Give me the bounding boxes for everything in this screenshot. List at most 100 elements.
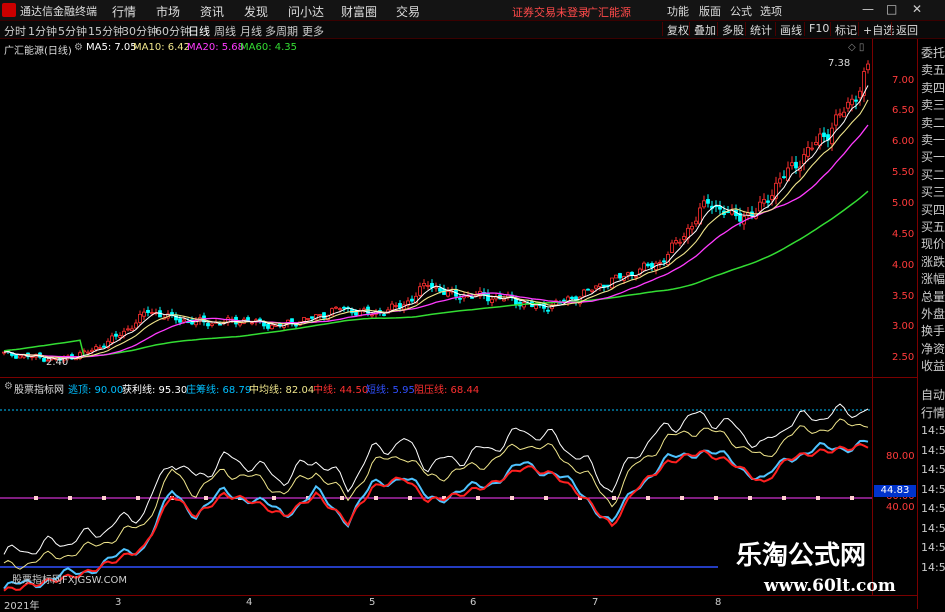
candle-body: [650, 263, 654, 268]
period-5min[interactable]: 5分钟: [58, 23, 87, 39]
side-panel-item: 14:50: [921, 541, 945, 554]
period-more[interactable]: 更多: [302, 23, 324, 39]
app-logo-icon: [2, 3, 16, 17]
candlestick-chart[interactable]: [0, 55, 872, 375]
resistance-marker: [816, 496, 820, 500]
candle-body: [302, 317, 306, 322]
date-label: 8: [715, 597, 722, 608]
candle-body: [598, 283, 602, 287]
period-30min[interactable]: 30分钟: [122, 23, 158, 39]
resistance-marker: [68, 496, 72, 500]
period-intraday[interactable]: 分时: [4, 23, 26, 39]
candle-body: [418, 286, 422, 296]
panel-divider: [0, 377, 917, 378]
expand-icon[interactable]: ◇ ▯: [848, 42, 864, 53]
ma20-line: [3, 124, 869, 358]
candle-body: [118, 335, 122, 338]
stock-name-tab[interactable]: 广汇能源: [587, 4, 631, 20]
candle-body: [790, 162, 794, 167]
candle-body: [590, 289, 594, 292]
side-panel-item[interactable]: 自动: [921, 386, 945, 403]
menu-market[interactable]: 市场: [156, 3, 180, 20]
candle-body: [662, 260, 666, 263]
side-panel-item: 14:50: [921, 482, 945, 496]
resistance-marker: [204, 496, 208, 500]
period-daily[interactable]: 日线: [188, 23, 210, 39]
menu-discover[interactable]: 发现: [244, 3, 268, 20]
period-15min[interactable]: 15分钟: [88, 23, 124, 39]
price-tick: 7.00: [892, 75, 915, 86]
toolbar-statistics[interactable]: 统计: [745, 22, 776, 37]
minimize-icon[interactable]: —: [862, 2, 874, 16]
menu-ask[interactable]: 问小达: [288, 3, 324, 20]
indicator-settings-icon[interactable]: ⚙: [4, 381, 13, 392]
menu-formula[interactable]: 公式: [730, 3, 752, 19]
right-panel-border: [917, 39, 918, 609]
period-toolbar: 分时 1分钟 5分钟 15分钟 30分钟 60分钟 日线 周线 月线 多周期 更…: [0, 21, 945, 39]
period-60min[interactable]: 60分钟: [155, 23, 191, 39]
candle-body: [766, 200, 770, 203]
resistance-marker: [680, 496, 684, 500]
candle-body: [854, 99, 858, 102]
login-notice[interactable]: 证券交易未登录: [512, 4, 589, 20]
menu-trade[interactable]: 交易: [396, 3, 420, 20]
side-panel-item: 卖一: [921, 133, 945, 147]
resistance-marker: [374, 496, 378, 500]
maximize-icon[interactable]: □: [886, 2, 897, 16]
candle-body: [690, 225, 694, 230]
toolbar-overlay[interactable]: 叠加: [689, 22, 720, 37]
candle-body: [114, 333, 118, 337]
side-panel-item: 涨跌: [921, 254, 945, 269]
date-label: 3: [115, 597, 122, 608]
candle-body: [138, 313, 142, 323]
toolbar-multi-stock[interactable]: 多股: [717, 22, 748, 37]
high-price-label: 7.38: [828, 58, 851, 69]
side-panel-item: 卖四: [921, 80, 945, 95]
toolbar-draw-line[interactable]: 画线: [775, 22, 806, 37]
price-tick: 3.50: [892, 291, 915, 302]
period-1min[interactable]: 1分钟: [28, 23, 57, 39]
candle-body: [382, 314, 386, 316]
menu-quotes[interactable]: 行情: [112, 3, 136, 20]
menu-wealth[interactable]: 财富圈: [341, 3, 377, 20]
menu-options[interactable]: 选项: [760, 3, 782, 19]
side-panel-item: 外盘: [921, 307, 945, 321]
candle-body: [570, 296, 574, 299]
price-tick: 6.00: [892, 136, 915, 147]
close-icon[interactable]: ✕: [912, 2, 922, 16]
candle-body: [634, 275, 638, 278]
menu-news[interactable]: 资讯: [200, 3, 224, 20]
toolbar-mark[interactable]: 标记: [830, 22, 861, 37]
side-panel-item: 14:50: [921, 502, 945, 515]
candle-body: [490, 298, 494, 303]
profit-line: [3, 403, 869, 555]
candle-body: [794, 161, 798, 169]
settings-icon[interactable]: ⚙: [74, 42, 83, 53]
menu-function[interactable]: 功能: [667, 3, 689, 19]
period-monthly[interactable]: 月线: [240, 23, 262, 39]
date-label: 4: [246, 597, 253, 608]
toolbar-back[interactable]: 返回: [891, 22, 922, 37]
candle-body: [126, 328, 130, 331]
toolbar-f10[interactable]: F10: [804, 22, 833, 36]
candle-body: [586, 288, 590, 291]
candle-body: [778, 178, 782, 184]
menu-layout[interactable]: 版面: [699, 3, 721, 19]
side-panel-item: 买一: [921, 150, 945, 165]
candle-body: [178, 318, 182, 323]
side-panel-item: 买三: [921, 185, 945, 200]
period-weekly[interactable]: 周线: [214, 23, 236, 39]
candle-body: [842, 111, 846, 118]
side-panel-item: 净资: [921, 341, 945, 356]
date-label: 6: [470, 597, 477, 608]
period-multi[interactable]: 多周期: [265, 23, 298, 39]
candle-body: [458, 297, 462, 300]
candle-body: [810, 147, 814, 150]
candle-body: [390, 303, 394, 311]
app-title: 通达信金融终端: [20, 5, 97, 18]
candle-body: [342, 306, 346, 309]
candle-body: [266, 323, 270, 329]
candle-body: [822, 132, 826, 138]
resistance-marker: [408, 496, 412, 500]
candle-body: [310, 316, 314, 319]
